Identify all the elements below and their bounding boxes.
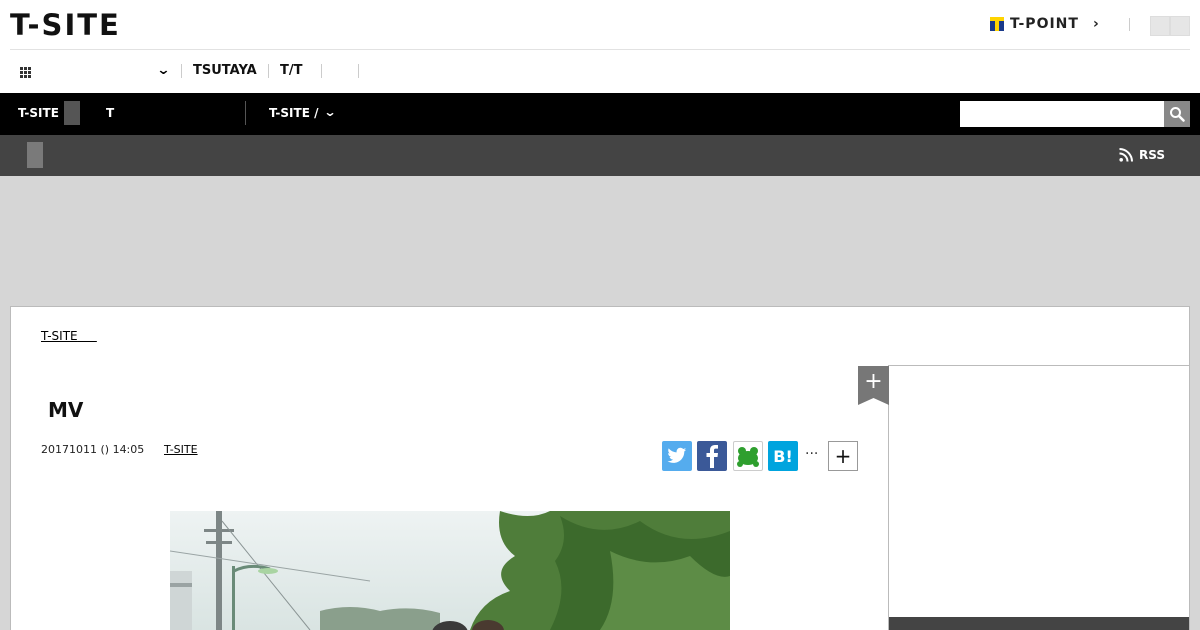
- nav-separator: [181, 64, 182, 78]
- share-hatena-button[interactable]: B!: [768, 441, 798, 471]
- article-title: MV: [48, 398, 84, 422]
- breadcrumb-link[interactable]: T-SITE: [41, 329, 97, 343]
- search-icon: [1170, 107, 1185, 122]
- sub-nav-bar: RSS: [0, 135, 1200, 176]
- share-twitter-button[interactable]: [662, 441, 692, 471]
- share-more-icon[interactable]: ···: [805, 446, 818, 462]
- tpoint-label: T-POINT: [1010, 16, 1079, 32]
- breadcrumb: T-SITE: [10, 306, 1190, 366]
- frog-icon: [737, 447, 759, 467]
- tpoint-logo-icon: [990, 17, 1004, 31]
- rss-link[interactable]: RSS: [1119, 148, 1165, 162]
- header-separator: [1129, 18, 1130, 31]
- nav-separator: [321, 64, 322, 78]
- service-nav: ⌄ TSUTAYA T/T: [0, 50, 1200, 93]
- share-add-button[interactable]: +: [828, 441, 858, 471]
- sub-nav-block[interactable]: [27, 142, 43, 168]
- search-input[interactable]: [960, 101, 1164, 127]
- site-logo[interactable]: T-SITE: [10, 8, 121, 42]
- top-header: T-SITE T-POINT ›: [0, 0, 1200, 50]
- rss-icon: [1119, 148, 1133, 162]
- sidebar-header: [889, 617, 1189, 630]
- hatena-icon: B!: [773, 446, 793, 466]
- header-button-1[interactable]: [1150, 16, 1170, 36]
- share-facebook-button[interactable]: [697, 441, 727, 471]
- nav-link-tsutaya[interactable]: TSUTAYA: [193, 63, 257, 78]
- main-nav-t[interactable]: T: [106, 106, 114, 120]
- chevron-right-icon: ›: [1092, 16, 1100, 32]
- grid-menu-icon[interactable]: [20, 67, 32, 78]
- article-category-link[interactable]: T-SITE: [164, 443, 198, 456]
- twitter-icon: [667, 447, 687, 463]
- plus-icon: +: [834, 444, 852, 468]
- tpoint-link[interactable]: T-POINT ›: [990, 16, 1100, 32]
- chevron-down-icon[interactable]: ⌄: [156, 63, 170, 78]
- sidebar-panel: [889, 365, 1190, 630]
- rss-label: RSS: [1139, 148, 1165, 162]
- main-nav-category[interactable]: T-SITE /: [269, 106, 318, 120]
- facebook-icon: [706, 445, 718, 468]
- main-nav-separator: [245, 101, 246, 125]
- nav-link-tt[interactable]: T/T: [280, 63, 302, 78]
- nav-separator: [268, 64, 269, 78]
- main-nav-tsite[interactable]: T-SITE: [18, 106, 59, 120]
- header-button-2[interactable]: [1170, 16, 1190, 36]
- search-button[interactable]: [1164, 101, 1190, 127]
- nav-separator: [358, 64, 359, 78]
- share-clip-button[interactable]: [733, 441, 763, 471]
- article-photo: [170, 511, 730, 630]
- main-nav-block: [64, 101, 80, 125]
- article-date: 20171011 () 14:05: [41, 443, 145, 456]
- main-nav-bar: T-SITE T T-SITE / ⌄: [0, 93, 1200, 135]
- chevron-down-icon[interactable]: ⌄: [323, 105, 336, 119]
